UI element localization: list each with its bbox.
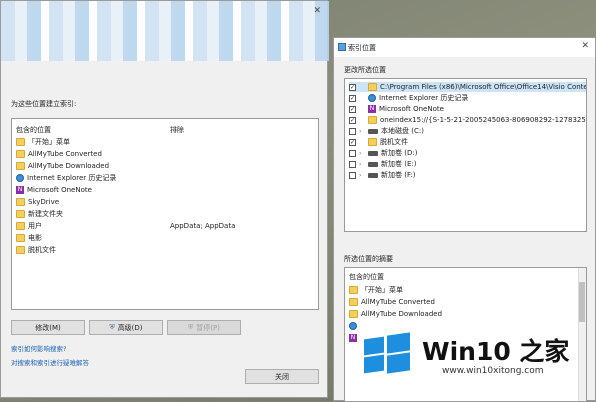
watermark-url: www.win10xitong.com [442, 366, 544, 376]
modify-button[interactable]: 修改(M) [11, 320, 85, 335]
list-item[interactable]: 「开始」菜单 [349, 284, 403, 295]
checkbox[interactable]: ✓ [349, 83, 356, 91]
drive-icon [368, 172, 378, 178]
included-locations-list: 包含的位置 排除 「开始」菜单 AllMyTube Converted AllM… [11, 118, 319, 310]
scroll-thumb[interactable] [579, 282, 585, 322]
folder-icon [349, 285, 358, 294]
dialog-title: 索引位置 [348, 44, 376, 52]
list-item[interactable]: AllMyTube Downloaded [16, 160, 109, 171]
checkbox[interactable]: ✓ [349, 94, 356, 102]
list-item[interactable]: 「开始」菜单 [16, 136, 70, 147]
checkbox[interactable] [349, 160, 356, 168]
expand-arrow-icon[interactable]: › [359, 128, 365, 135]
indexing-icon [338, 43, 346, 51]
watermark: Win10 之家 www.win10xitong.com [356, 328, 596, 401]
checkbox[interactable] [349, 149, 356, 157]
tree-item[interactable]: ✓ N Microsoft OneNote [349, 104, 444, 114]
column-header-excluded: 排除 [170, 126, 184, 134]
folder-icon [368, 83, 377, 91]
advanced-button[interactable]: ⛨ 高级(D) [89, 320, 163, 335]
checkbox[interactable] [349, 171, 356, 179]
ie-icon [368, 94, 376, 102]
pause-button[interactable]: ⛨ 暂停(P) [167, 320, 241, 335]
tree-item[interactable]: › 新加卷 (D:) [349, 148, 417, 158]
list-item[interactable]: N Microsoft OneNote [16, 184, 92, 195]
ie-icon [16, 173, 24, 182]
expand-arrow-icon[interactable]: › [359, 161, 365, 168]
list-item[interactable]: AllMyTube Converted [349, 296, 435, 307]
drive-icon [368, 161, 378, 167]
folder-icon [16, 137, 25, 146]
blurred-title-area [1, 1, 329, 61]
indexing-options-dialog: ✕ 为这些位置建立索引: 包含的位置 排除 「开始」菜单 AllMyTube C… [0, 0, 329, 398]
folder-icon [16, 161, 25, 170]
checkbox[interactable]: ✓ [349, 138, 356, 146]
folder-icon [16, 221, 25, 230]
onenote-icon: N [16, 185, 24, 194]
list-item[interactable]: 脱机文件 [16, 244, 56, 255]
troubleshoot-link[interactable]: 对搜索和索引进行疑难解答 [11, 357, 89, 367]
folder-icon [16, 245, 25, 254]
checkbox[interactable]: ✓ [349, 105, 356, 113]
folder-icon [349, 309, 358, 318]
close-icon[interactable]: ✕ [313, 6, 321, 16]
tree-item[interactable]: ✓ C:\Program Files (x86)\Microsoft Offic… [349, 82, 586, 92]
index-affects-search-link[interactable]: 索引如何影响搜索? [11, 343, 66, 353]
title-bar: 索引位置 ✕ [334, 38, 595, 57]
watermark-title: Win10 之家 [422, 337, 570, 366]
list-item[interactable]: 电影 [16, 232, 42, 243]
folder-icon [368, 116, 377, 124]
checkbox[interactable]: ✓ [349, 116, 356, 124]
close-button[interactable]: 关闭 [245, 369, 319, 384]
expand-arrow-icon[interactable]: › [359, 172, 365, 179]
list-item[interactable]: AllMyTube Downloaded [349, 308, 442, 319]
folder-icon [16, 149, 25, 158]
list-item[interactable]: Internet Explorer 历史记录 [16, 172, 116, 183]
folder-icon [16, 197, 25, 206]
windows-logo-icon [364, 332, 410, 374]
column-header-included: 包含的位置 [349, 273, 384, 281]
list-item[interactable]: SkyDrive [16, 196, 59, 207]
drive-icon [368, 128, 378, 134]
close-icon[interactable]: ✕ [581, 41, 589, 51]
tree-item[interactable]: › 本地磁盘 (C:) [349, 126, 424, 136]
list-item[interactable]: 用户 [16, 220, 42, 231]
folder-icon [349, 297, 358, 306]
change-selected-locations-label: 更改所选位置 [344, 66, 386, 74]
summary-label: 所选位置的摘要 [344, 255, 393, 263]
tree-item[interactable]: ✓ 脱机文件 [349, 137, 408, 147]
tree-item[interactable]: › 新加卷 (F:) [349, 170, 416, 180]
column-header-included: 包含的位置 [16, 126, 51, 134]
list-item[interactable]: AllMyTube Converted [16, 148, 102, 159]
drive-icon [368, 150, 378, 156]
shield-icon: ⛨ [109, 323, 115, 331]
expand-arrow-icon[interactable]: › [359, 150, 365, 157]
shield-icon: ⛨ [188, 323, 194, 331]
folder-icon [16, 233, 25, 242]
folder-icon [368, 138, 377, 146]
location-tree: ✓ C:\Program Files (x86)\Microsoft Offic… [344, 78, 587, 232]
checkbox[interactable] [349, 127, 356, 135]
onenote-icon: N [368, 105, 376, 113]
list-item[interactable]: 新建文件夹 [16, 208, 63, 219]
exclusion-value: AppData; AppData [170, 222, 236, 230]
folder-icon [16, 209, 25, 218]
tree-item[interactable]: ✓ Internet Explorer 历史记录 [349, 93, 468, 103]
tree-item[interactable]: ✓ oneindex15://{S-1-5-21-2005245063-8069… [349, 115, 586, 125]
tree-item[interactable]: › 新加卷 (E:) [349, 159, 416, 169]
index-locations-caption: 为这些位置建立索引: [11, 100, 77, 108]
